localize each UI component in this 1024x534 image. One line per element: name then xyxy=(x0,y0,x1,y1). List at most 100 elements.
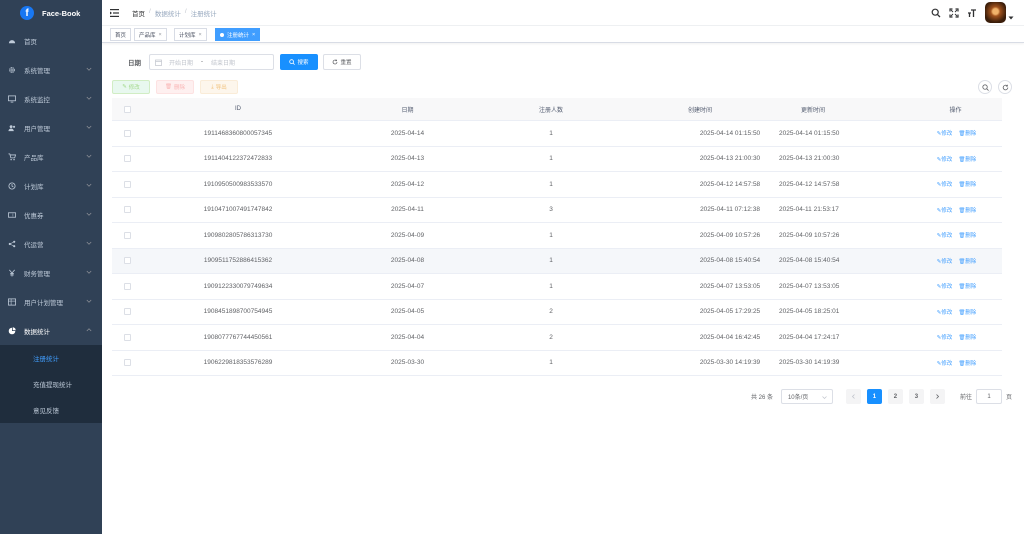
row-delete-link[interactable]: 🗑删除 xyxy=(958,182,976,188)
start-date-placeholder[interactable]: 开始日期 xyxy=(169,58,193,67)
row-edit-link[interactable]: ✎修改 xyxy=(937,131,953,137)
sidebar-item-label: 用户管理 xyxy=(24,125,50,133)
row-checkbox[interactable] xyxy=(123,282,131,290)
caret-down-icon[interactable] xyxy=(1008,15,1014,21)
date-range-picker[interactable]: 开始日期 - 结束日期 xyxy=(149,54,274,70)
edit-button[interactable]: ✎ 修改 xyxy=(112,80,150,94)
breadcrumb-item-home[interactable]: 首页 xyxy=(132,8,145,18)
sidebar-item-label: 系统监控 xyxy=(24,96,50,104)
edit-button-label: 修改 xyxy=(128,85,140,91)
cell-ops: ✎修改 🗑删除 xyxy=(839,257,1002,265)
row-delete-link[interactable]: 🗑删除 xyxy=(958,131,976,137)
header-count: 注册人数 xyxy=(538,107,563,114)
hamburger-icon[interactable] xyxy=(110,8,120,18)
page-size-select[interactable]: 10条/页 xyxy=(780,389,833,404)
submenu-item-2[interactable]: 意见反馈 xyxy=(0,397,102,423)
row-select-cell xyxy=(112,129,142,137)
close-icon[interactable]: × xyxy=(159,32,162,38)
table-row: 1911468360800057345 2025-04-14 1 2025-04-14… xyxy=(112,121,1002,147)
tag-label: 计划库 xyxy=(179,32,196,39)
row-edit-link[interactable]: ✎修改 xyxy=(937,157,953,163)
refresh-button[interactable] xyxy=(998,80,1012,94)
cell-id: 1910950500983533570 xyxy=(203,180,273,188)
sidebar-item-6[interactable]: 优惠券 xyxy=(0,200,102,229)
export-button[interactable]: ⤓ 导出 xyxy=(200,80,238,94)
sidebar-item-0[interactable]: 首页 xyxy=(0,26,102,55)
font-size-icon[interactable] xyxy=(967,8,977,18)
row-select-cell xyxy=(112,282,142,290)
row-delete-link[interactable]: 🗑删除 xyxy=(958,157,976,163)
next-page-button[interactable] xyxy=(929,389,945,404)
row-delete-link[interactable]: 🗑删除 xyxy=(958,259,976,265)
tag-home[interactable]: 首页 xyxy=(110,28,132,41)
toggle-search-button[interactable] xyxy=(978,80,992,94)
reset-button[interactable]: 重置 xyxy=(323,54,361,70)
row-checkbox[interactable] xyxy=(123,129,131,137)
sidebar-item-3[interactable]: 用户管理 xyxy=(0,113,102,142)
sidebar-item-8[interactable]: 财务管理 xyxy=(0,258,102,287)
page-3-button[interactable]: 3 xyxy=(908,389,924,404)
search-icon[interactable] xyxy=(931,8,941,18)
data-table: ID 日期 注册人数 创建时间 更新时间 操作 1911468360800057… xyxy=(112,98,1002,376)
tag-product-library[interactable]: 产品库 × xyxy=(134,28,167,41)
row-checkbox[interactable] xyxy=(123,257,131,265)
brand[interactable]: f Face-Book xyxy=(0,0,102,26)
row-checkbox[interactable] xyxy=(123,180,131,188)
row-checkbox[interactable] xyxy=(123,333,131,341)
close-icon[interactable]: × xyxy=(252,32,255,38)
row-edit-link[interactable]: ✎修改 xyxy=(937,310,953,316)
cell-updated: 2025-03-30 14:19:39 xyxy=(779,359,840,367)
page-size-value: 10条/页 xyxy=(787,395,809,401)
sidebar-item-5[interactable]: 计划库 xyxy=(0,171,102,200)
sidebar-item-7[interactable]: 代运营 xyxy=(0,229,102,258)
row-checkbox[interactable] xyxy=(123,308,131,316)
end-date-placeholder[interactable]: 结束日期 xyxy=(211,58,235,67)
sidebar-item-2[interactable]: 系统监控 xyxy=(0,84,102,113)
row-edit-link[interactable]: ✎修改 xyxy=(937,335,953,341)
avatar[interactable] xyxy=(985,2,1006,23)
select-all-checkbox[interactable] xyxy=(123,105,131,113)
close-icon[interactable]: × xyxy=(199,32,202,38)
page-1-button[interactable]: 1 xyxy=(866,389,882,404)
sidebar-item-label: 产品库 xyxy=(24,154,44,162)
page-suffix: 页 xyxy=(1005,395,1012,401)
cell-created: 2025-04-07 13:53:05 xyxy=(699,282,761,290)
fullscreen-icon[interactable] xyxy=(949,7,959,18)
row-delete-link[interactable]: 🗑删除 xyxy=(958,208,976,214)
row-edit-link[interactable]: ✎修改 xyxy=(937,361,953,367)
submenu-item-1[interactable]: 充值提现统计 xyxy=(0,371,102,397)
row-edit-link[interactable]: ✎修改 xyxy=(937,233,953,239)
table-row: 1911404122372472833 2025-04-13 1 2025-04-13… xyxy=(112,147,1002,172)
row-checkbox[interactable] xyxy=(123,155,131,163)
row-delete-label: 删除 xyxy=(965,233,977,240)
tag-plan-library[interactable]: 计划库 × xyxy=(174,28,207,41)
row-delete-link[interactable]: 🗑删除 xyxy=(958,233,976,239)
row-delete-link[interactable]: 🗑删除 xyxy=(958,335,976,341)
row-delete-link[interactable]: 🗑删除 xyxy=(958,361,976,367)
tag-register-stats[interactable]: 注册统计 × xyxy=(215,28,261,41)
delete-button[interactable]: 🗑 删除 xyxy=(156,80,194,94)
row-edit-link[interactable]: ✎修改 xyxy=(937,259,953,265)
sidebar-item-9[interactable]: 用户计划管理 xyxy=(0,287,102,316)
row-delete-link[interactable]: 🗑删除 xyxy=(958,284,976,290)
search-button[interactable]: 搜索 xyxy=(280,54,318,70)
row-checkbox[interactable] xyxy=(123,206,131,214)
sidebar-item-4[interactable]: 产品库 xyxy=(0,142,102,171)
row-select-cell xyxy=(112,206,142,214)
search-button-label: 搜索 xyxy=(297,60,309,66)
sidebar-item-10[interactable]: 数据统计 xyxy=(0,316,102,345)
page-2-button[interactable]: 2 xyxy=(887,389,903,404)
row-delete-link[interactable]: 🗑删除 xyxy=(958,310,976,316)
row-edit-link[interactable]: ✎修改 xyxy=(937,284,953,290)
row-edit-label: 修改 xyxy=(941,131,953,138)
row-edit-link[interactable]: ✎修改 xyxy=(937,182,953,188)
prev-page-button[interactable] xyxy=(845,389,861,404)
row-checkbox[interactable] xyxy=(123,231,131,239)
submenu-item-0[interactable]: 注册统计 xyxy=(0,345,102,371)
row-edit-link[interactable]: ✎修改 xyxy=(937,208,953,214)
goto-page-input[interactable]: 1 xyxy=(975,389,1002,404)
row-checkbox[interactable] xyxy=(123,359,131,367)
breadcrumb-item-current: 注册统计 xyxy=(190,11,217,18)
sidebar-item-1[interactable]: 系统管理 xyxy=(0,55,102,84)
cell-id: 1909122330079749634 xyxy=(203,282,273,290)
